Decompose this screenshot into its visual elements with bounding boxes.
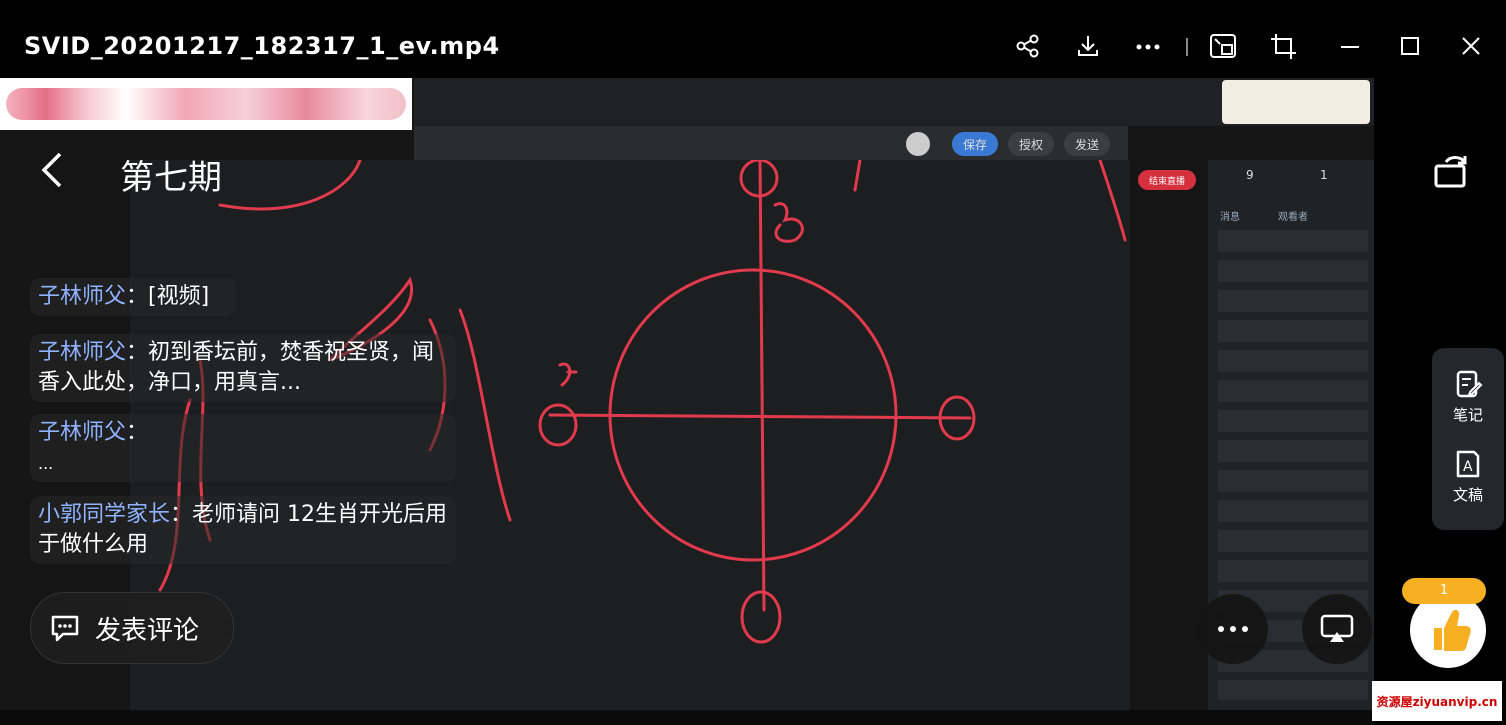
comment-item: 子林师父：初到香坛前，焚香祝圣贤，闻香入此处，净口，用真言... <box>30 334 456 402</box>
comment-user[interactable]: 子林师父 <box>38 340 126 365</box>
like-count-badge: 1 <box>1402 578 1486 604</box>
post-comment-label: 发表评论 <box>95 615 200 646</box>
svg-text:A: A <box>1463 459 1473 475</box>
comment-item: 小郭同学家长：老师请问 12生肖开光后用于做什么用 <box>30 496 456 564</box>
progress-strip <box>0 710 1374 725</box>
crop-icon[interactable] <box>1268 30 1300 62</box>
video-save-button: 保存 <box>952 132 998 156</box>
toolbar-separator <box>1186 38 1188 56</box>
blurred-banner <box>0 78 412 130</box>
share-icon[interactable] <box>1012 30 1044 62</box>
notes-button[interactable]: 笔记 <box>1432 368 1504 425</box>
comment-sep: ： <box>126 284 149 309</box>
chevron-left-icon <box>41 152 62 188</box>
more-icon[interactable] <box>1132 30 1164 62</box>
picture-in-picture-icon[interactable] <box>1208 30 1240 62</box>
rotate-screen-button[interactable] <box>1432 152 1472 192</box>
comment-user[interactable]: 子林师父 <box>38 284 126 309</box>
notes-icon <box>1456 370 1483 398</box>
video-red-button: 结束直播 <box>1138 170 1196 190</box>
download-icon[interactable] <box>1072 30 1104 62</box>
comment-user[interactable]: 子林师父 <box>38 420 126 445</box>
comment-text: ... <box>38 454 54 473</box>
more-options-button[interactable] <box>1198 594 1268 664</box>
comment-sep: ： <box>126 340 149 365</box>
stat-value-1: 9 <box>1246 168 1254 182</box>
minimize-icon[interactable] <box>1334 30 1366 62</box>
comment-sep: ： <box>170 502 193 527</box>
transcript-label: 文稿 <box>1452 486 1483 504</box>
video-send-button: 发送 <box>1064 132 1110 156</box>
notes-label: 笔记 <box>1452 406 1483 424</box>
video-authorize-button: 授权 <box>1008 132 1054 156</box>
window-title: SVID_20201217_182317_1_ev.mp4 <box>24 32 500 60</box>
blurred-bar <box>6 88 406 120</box>
more-dots-icon <box>1218 626 1248 632</box>
transcript-button[interactable]: A 文稿 <box>1432 448 1504 505</box>
watermark: 资源屋ziyuanvip.cn <box>1372 681 1502 721</box>
episode-title: 第七期 <box>120 158 222 198</box>
cast-button[interactable] <box>1302 594 1372 664</box>
close-icon[interactable] <box>1455 30 1487 62</box>
rotate-icon <box>1434 156 1467 188</box>
comment-text: [视频] <box>148 284 210 309</box>
video-avatar <box>906 132 930 156</box>
chat-tab-messages: 消息 <box>1220 212 1240 223</box>
comment-user[interactable]: 小郭同学家长 <box>38 502 170 527</box>
maximize-icon[interactable] <box>1394 30 1426 62</box>
comment-item: 子林师父：[视频] <box>30 278 236 316</box>
post-comment-button[interactable]: 发表评论 <box>30 592 234 664</box>
chat-tab-viewers: 观看者 <box>1278 212 1308 223</box>
side-toolbar: 笔记 A 文稿 <box>1432 348 1504 530</box>
stat-value-2: 1 <box>1320 168 1328 182</box>
comment-sep: ： <box>126 420 149 445</box>
transcript-icon: A <box>1456 450 1480 478</box>
back-button[interactable] <box>36 150 76 190</box>
comment-bubble-icon <box>51 615 79 642</box>
comment-item: 子林师父：... <box>30 414 456 482</box>
cast-icon <box>1320 614 1354 642</box>
video-corner-thumbnail <box>1222 80 1370 124</box>
